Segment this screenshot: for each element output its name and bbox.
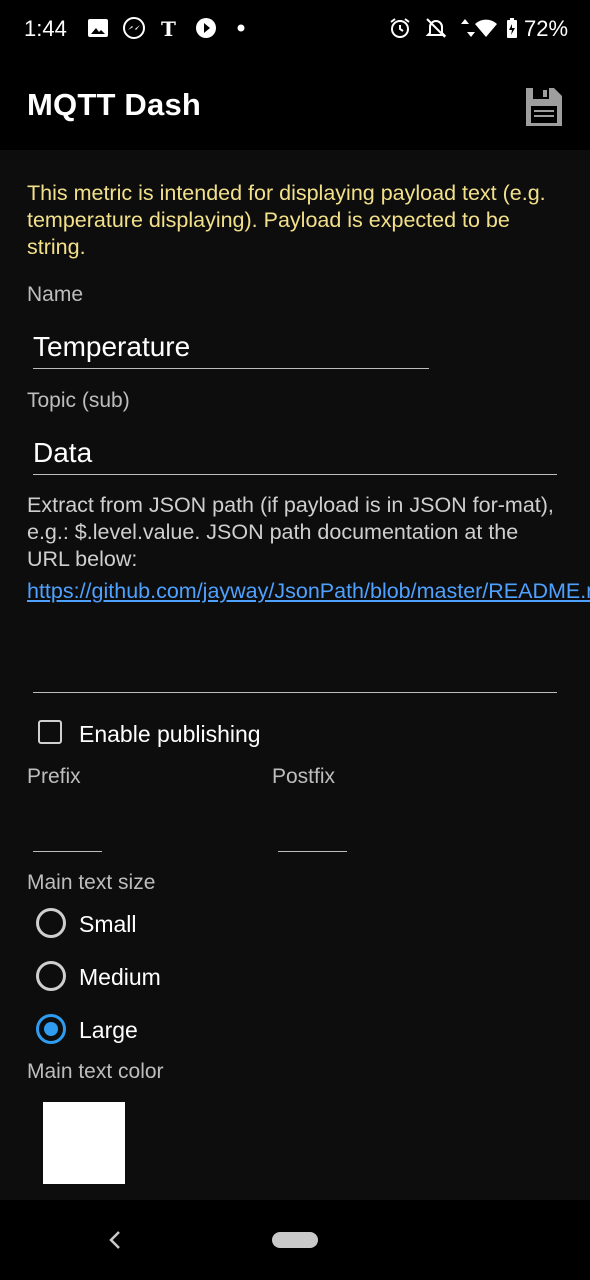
prefix-label: Prefix (27, 765, 81, 788)
battery-percent: 72% (524, 16, 569, 41)
radio-small-label[interactable]: Small (79, 911, 137, 938)
json-path-doc-link[interactable]: https://github.com/jayway/JsonPath/blob/… (27, 578, 590, 605)
back-chevron-icon[interactable] (100, 1225, 130, 1255)
save-icon[interactable] (518, 82, 568, 132)
image-icon (88, 19, 108, 37)
alarm-icon (390, 18, 410, 38)
enable-publishing-checkbox[interactable] (38, 720, 62, 744)
status-time: 1:44 (24, 16, 67, 41)
text-size-label: Main text size (27, 871, 156, 894)
enable-publishing-label[interactable]: Enable publishing (79, 721, 261, 748)
bell-off-icon (425, 18, 447, 38)
info-text: This metric is intended for displaying p… (27, 181, 546, 259)
text-color-swatch[interactable] (43, 1102, 125, 1184)
radio-medium-label[interactable]: Medium (79, 964, 161, 991)
postfix-field-underline (278, 851, 347, 852)
json-path-helper: Extract from JSON path (if payload is in… (27, 493, 554, 571)
text-color-label: Main text color (27, 1060, 164, 1083)
radio-medium[interactable] (36, 961, 66, 991)
name-field-underline (33, 368, 429, 369)
status-bar: 1:44 T 72% (0, 0, 590, 60)
json-path-field-underline (33, 692, 557, 693)
battery-icon (507, 18, 517, 38)
radio-large-label[interactable]: Large (79, 1017, 138, 1044)
messenger-icon (123, 17, 145, 39)
svg-text:T: T (161, 17, 176, 40)
navigation-bar (0, 1200, 590, 1280)
news-icon: T (161, 17, 176, 40)
topic-label: Topic (sub) (27, 389, 130, 412)
app-title: MQTT Dash (27, 87, 202, 122)
name-label: Name (27, 283, 84, 306)
topic-field[interactable]: Data (33, 437, 92, 469)
radio-large[interactable] (36, 1014, 66, 1044)
app-bar: MQTT Dash (0, 60, 590, 150)
wifi-icon (475, 19, 497, 37)
postfix-label: Postfix (272, 765, 336, 788)
prefix-field-underline (33, 851, 102, 852)
radio-small[interactable] (36, 908, 66, 938)
home-pill[interactable] (272, 1232, 318, 1248)
play-icon (196, 18, 216, 38)
dot-icon (237, 24, 245, 32)
name-field[interactable]: Temperature (33, 331, 190, 363)
topic-field-underline (33, 474, 557, 475)
